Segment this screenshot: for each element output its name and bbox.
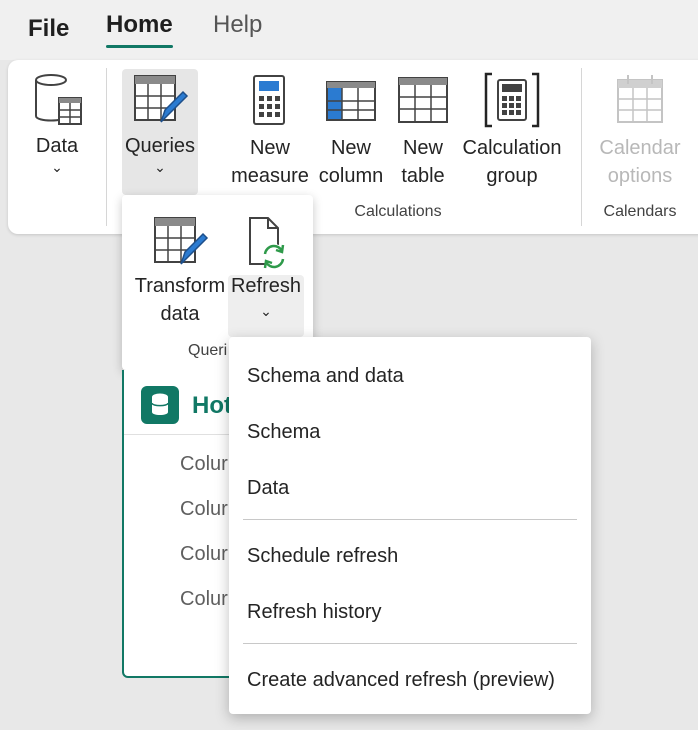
ribbon-separator	[581, 68, 582, 226]
menu-item-refresh-history[interactable]: Refresh history	[247, 599, 382, 625]
queries-label: Queries	[124, 135, 196, 157]
menu-divider	[243, 643, 577, 644]
table-card-divider	[124, 434, 234, 435]
calculation-group-button[interactable]: Calculation group	[458, 72, 566, 190]
new-table-button[interactable]: New table	[394, 72, 452, 190]
calendar-icon	[617, 75, 663, 123]
new-measure-label-2: measure	[231, 165, 309, 187]
new-measure-label-1: New	[249, 137, 290, 159]
transform-data-button[interactable]: Transform data	[132, 214, 228, 328]
chevron-down-icon: ⌄	[154, 159, 166, 175]
database-table-icon	[35, 74, 82, 125]
calculation-group-label-1: Calculation	[462, 137, 562, 159]
column-item[interactable]: Colur	[180, 452, 228, 476]
chevron-down-icon: ⌄	[260, 303, 272, 319]
column-item[interactable]: Colur	[180, 542, 228, 566]
menu-tab-bar	[0, 0, 698, 60]
group-label-calendars: Calendars	[603, 203, 677, 220]
active-tab-indicator	[106, 45, 173, 48]
group-label-calculations: Calculations	[354, 203, 442, 220]
data-button[interactable]: Data ⌄	[28, 72, 86, 174]
tab-help[interactable]: Help	[213, 10, 262, 40]
table-icon	[398, 77, 448, 123]
menu-item-schedule-refresh[interactable]: Schedule refresh	[247, 543, 398, 569]
calendar-options-label-2: options	[607, 165, 673, 187]
tab-file[interactable]: File	[28, 14, 69, 44]
new-measure-button[interactable]: New measure	[230, 72, 310, 190]
data-label: Data	[35, 135, 79, 157]
chevron-down-icon: ⌄	[51, 159, 63, 175]
menu-item-schema-and-data[interactable]: Schema and data	[247, 363, 404, 389]
refresh-dropdown-menu: Schema and data Schema Data Schedule ref…	[229, 337, 591, 714]
transform-data-label-1: Transform	[134, 275, 226, 297]
calendar-options-label-1: Calendar	[599, 137, 681, 159]
table-column-icon	[326, 81, 376, 121]
calendar-options-button[interactable]: Calendar options	[596, 72, 684, 190]
menu-item-create-advanced-refresh[interactable]: Create advanced refresh (preview)	[247, 667, 555, 693]
menu-divider	[243, 519, 577, 520]
menu-item-data[interactable]: Data	[247, 475, 289, 501]
database-icon	[141, 386, 179, 424]
queries-button[interactable]: Queries ⌄	[122, 72, 198, 174]
new-table-label-1: New	[402, 137, 443, 159]
new-table-label-2: table	[401, 165, 445, 187]
group-label-queries: Queri	[188, 342, 228, 359]
menu-item-schema[interactable]: Schema	[247, 419, 320, 445]
refresh-label: Refresh	[230, 275, 302, 297]
table-edit-icon	[134, 75, 189, 123]
calculation-group-label-2: group	[486, 165, 538, 187]
transform-data-label-2: data	[160, 303, 200, 325]
new-column-label-2: column	[318, 165, 384, 187]
new-column-button[interactable]: New column	[314, 72, 388, 190]
refresh-button[interactable]: Refresh ⌄	[228, 214, 304, 318]
tab-home[interactable]: Home	[106, 10, 173, 40]
column-item[interactable]: Colur	[180, 497, 228, 521]
column-item[interactable]: Colur	[180, 587, 228, 611]
table-name[interactable]: Hot	[192, 392, 232, 420]
calculator-icon	[253, 75, 285, 125]
transform-data-icon	[154, 217, 209, 265]
new-column-label-1: New	[330, 137, 371, 159]
calculation-group-icon	[484, 72, 540, 128]
refresh-icon	[249, 217, 286, 269]
ribbon-separator	[106, 68, 107, 226]
